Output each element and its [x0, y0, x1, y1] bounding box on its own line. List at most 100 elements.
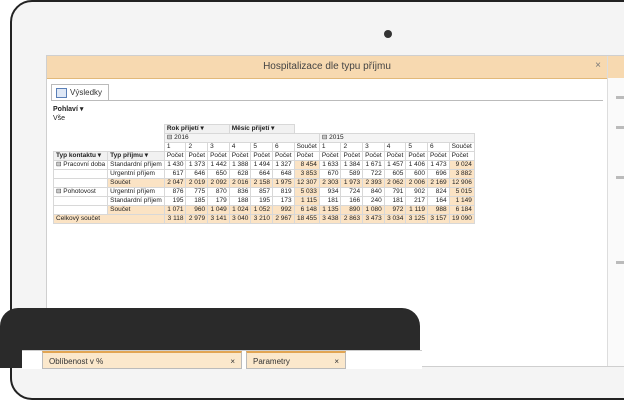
second-device-screen: Oblíbenost v % × Parametry ×	[22, 350, 422, 369]
data-cell: 1 406	[405, 160, 428, 170]
side-panel-item[interactable]	[616, 96, 624, 99]
close-icon[interactable]: ×	[230, 353, 235, 371]
grand-total-cell: 2 979	[185, 214, 209, 224]
data-cell: 240	[362, 196, 385, 206]
col-field-year[interactable]: Rok přijetí	[163, 124, 230, 134]
data-cell: 1 373	[185, 160, 209, 170]
data-cell: 960	[185, 205, 209, 215]
data-cell: 1 473	[426, 160, 450, 170]
data-cell: 646	[185, 169, 209, 179]
month-header: 6	[271, 142, 295, 152]
pivot-corner	[54, 134, 165, 143]
data-cell: 164	[426, 196, 450, 206]
row-field-contact[interactable]: Typ kontaktu	[52, 151, 109, 161]
data-cell: 181	[383, 196, 407, 206]
table-row: ⊟ Pohotovost Urgentní příjem 876 775 870 836 8…	[52, 187, 475, 197]
data-cell: 1 633	[318, 160, 342, 170]
month-header: Součet	[448, 142, 475, 152]
data-cell: 1 080	[362, 205, 385, 215]
measure-header: Počet	[271, 151, 295, 161]
camera-dot	[384, 30, 392, 38]
data-cell: 1 384	[340, 160, 364, 170]
data-cell: 670	[318, 169, 342, 179]
measure-header: Počet	[293, 151, 320, 161]
grand-total-cell: 3 473	[362, 214, 385, 224]
data-cell: 217	[405, 196, 428, 206]
grand-total-cell: 19 090	[448, 214, 475, 224]
year-header[interactable]: ⊟ 2016	[163, 133, 320, 143]
data-cell: 876	[163, 187, 187, 197]
data-cell: 857	[250, 187, 273, 197]
data-cell: 724	[340, 187, 364, 197]
col-field-month[interactable]: Měsíc přijetí	[228, 124, 295, 134]
month-header: 5	[405, 142, 428, 152]
data-cell: 992	[271, 205, 295, 215]
month-header: 6	[426, 142, 450, 152]
tab-results[interactable]: Výsledky	[51, 83, 110, 101]
side-panel-item[interactable]	[616, 261, 624, 264]
measure-header: Počet	[163, 151, 187, 161]
month-header: 4	[228, 142, 252, 152]
data-cell: 1 975	[271, 178, 295, 188]
data-cell: 1 049	[207, 205, 230, 215]
pivot-spacer	[294, 125, 474, 134]
window-titlebar: Hospitalizace dle typu příjmu ×	[47, 56, 607, 79]
tab-parameters[interactable]: Parametry ×	[246, 351, 346, 369]
tab-strip: Výsledky	[51, 82, 110, 101]
tab-popularity[interactable]: Oblíbenost v % ×	[42, 351, 242, 369]
year-header[interactable]: ⊟ 2015	[318, 133, 475, 143]
data-cell: 2 092	[207, 178, 230, 188]
month-header: 4	[383, 142, 407, 152]
row-label: Součet	[107, 178, 165, 188]
side-panel	[607, 56, 624, 366]
table-row: Standardní příjem 195 185 179 188 195 173 1 115…	[52, 196, 475, 206]
row-label: Součet	[107, 205, 165, 215]
measure-header: Počet	[207, 151, 230, 161]
data-cell: 6 148	[293, 205, 320, 215]
pivot-corner	[54, 125, 165, 134]
grand-total-cell: 18 455	[293, 214, 320, 224]
data-cell: 173	[271, 196, 295, 206]
data-cell: 166	[340, 196, 364, 206]
row-field-admission[interactable]: Typ příjmu	[107, 151, 165, 161]
measure-header: Počet	[405, 151, 428, 161]
data-cell: 5 033	[293, 187, 320, 197]
data-cell: 2 019	[185, 178, 209, 188]
data-cell: 2 016	[228, 178, 252, 188]
data-cell: 12 307	[293, 178, 320, 188]
measure-header: Počet	[185, 151, 209, 161]
row-label: Urgentní příjem	[107, 169, 165, 179]
data-cell: 1 327	[271, 160, 295, 170]
row-label: Standardní příjem	[107, 160, 165, 170]
data-cell: 696	[426, 169, 450, 179]
grand-total-label: Celkový součet	[53, 214, 165, 224]
data-cell: 1 388	[228, 160, 252, 170]
data-cell: 2 303	[318, 178, 342, 188]
grand-total-cell: 3 034	[383, 214, 407, 224]
table-row: ⊟ Pracovní doba Standardní příjem 1 430 1 3…	[52, 160, 475, 170]
data-cell: 1 024	[228, 205, 252, 215]
month-header: 1	[318, 142, 342, 152]
data-cell: 2 169	[426, 178, 450, 188]
measure-header: Počet	[340, 151, 364, 161]
table-icon	[56, 87, 67, 98]
data-cell: 2 393	[362, 178, 385, 188]
group-label[interactable]: ⊟ Pohotovost	[52, 187, 109, 197]
group-label[interactable]: ⊟ Pracovní doba	[52, 160, 109, 170]
data-cell: 791	[383, 187, 407, 197]
side-panel-item[interactable]	[616, 126, 624, 129]
close-icon[interactable]: ×	[334, 353, 339, 371]
grand-total-cell: 3 141	[207, 214, 230, 224]
filter-field[interactable]: Pohlaví ▾	[53, 105, 83, 113]
data-cell: 181	[318, 196, 342, 206]
data-cell: 617	[163, 169, 187, 179]
data-cell: 664	[250, 169, 273, 179]
data-cell: 1 119	[405, 205, 428, 215]
close-icon[interactable]: ×	[595, 60, 601, 71]
data-cell: 2 006	[405, 178, 428, 188]
side-panel-item[interactable]	[616, 176, 624, 179]
row-label: Urgentní příjem	[107, 187, 165, 197]
data-cell: 3 853	[293, 169, 320, 179]
data-cell: 628	[228, 169, 252, 179]
data-cell: 8 454	[293, 160, 320, 170]
